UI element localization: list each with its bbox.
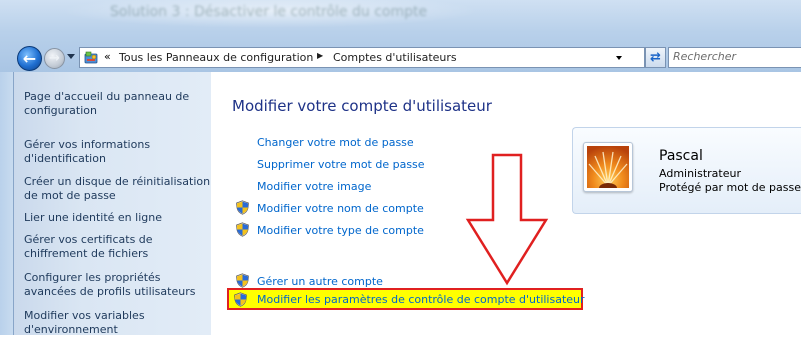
- link-remove-password[interactable]: Supprimer votre mot de passe: [257, 158, 425, 171]
- uac-shield-icon: [236, 222, 249, 237]
- down-arrow-annotation-icon: [465, 153, 549, 286]
- task-manage-credentials[interactable]: Gérer vos informations d'identification: [24, 138, 212, 166]
- task-create-password-reset-disk[interactable]: Créer un disque de réinitialisation de m…: [24, 175, 212, 203]
- back-button[interactable]: ←: [17, 46, 42, 71]
- user-avatar[interactable]: [583, 142, 633, 192]
- user-account-card: Pascal Administrateur Protégé par mot de…: [572, 127, 801, 214]
- uac-shield-icon: [236, 200, 249, 215]
- recent-pages-dropdown-icon[interactable]: [67, 54, 75, 59]
- user-name: Pascal: [659, 148, 703, 164]
- uac-shield-icon: [234, 292, 247, 307]
- address-dropdown-icon[interactable]: [616, 56, 622, 60]
- link-manage-another-account[interactable]: Gérer un autre compte: [257, 275, 383, 288]
- breadcrumb-user-accounts[interactable]: Comptes d'utilisateurs: [333, 51, 457, 64]
- uac-shield-icon: [236, 273, 249, 288]
- main-content: Modifier votre compte d'utilisateur Chan…: [211, 72, 801, 335]
- task-pane: Page d'accueil du panneau de configurati…: [14, 72, 212, 337]
- user-password-status: Protégé par mot de passe: [659, 181, 801, 194]
- address-bar[interactable]: « Tous les Panneaux de configuration ▶ C…: [79, 47, 645, 68]
- search-input[interactable]: [673, 50, 795, 63]
- search-box[interactable]: [668, 47, 801, 68]
- task-environment-variables[interactable]: Modifier vos variables d'environnement: [24, 309, 212, 337]
- forward-arrow-icon: →: [49, 51, 60, 66]
- refresh-button[interactable]: ⇄: [645, 47, 666, 68]
- task-control-panel-home[interactable]: Page d'accueil du panneau de configurati…: [24, 90, 212, 118]
- breadcrumb-separator-icon[interactable]: ▶: [317, 51, 323, 60]
- forward-button[interactable]: →: [44, 48, 65, 69]
- window-left-frame: [0, 72, 14, 335]
- flower-avatar-icon: [587, 146, 629, 188]
- link-change-picture[interactable]: Modifier votre image: [257, 180, 371, 193]
- control-panel-icon: [84, 51, 98, 64]
- breadcrumb-overflow-chevron[interactable]: «: [104, 50, 111, 63]
- task-manage-encryption-certificates[interactable]: Gérer vos certificats de chiffrement de …: [24, 233, 212, 261]
- page-title: Modifier votre compte d'utilisateur: [232, 97, 492, 115]
- back-arrow-icon: ←: [22, 49, 37, 68]
- link-change-account-name[interactable]: Modifier votre nom de compte: [257, 202, 424, 215]
- breadcrumb-all-control-panel[interactable]: Tous les Panneaux de configuration: [119, 51, 313, 64]
- window-title: Solution 3 : Désactiver le contrôle du c…: [110, 4, 428, 20]
- task-link-online-id[interactable]: Lier une identité en ligne: [24, 211, 212, 225]
- link-change-password[interactable]: Changer votre mot de passe: [257, 136, 414, 149]
- window-title-bar: Solution 3 : Désactiver le contrôle du c…: [0, 0, 801, 72]
- refresh-icon: ⇄: [650, 50, 661, 65]
- task-advanced-profile-properties[interactable]: Configurer les propriétés avancées de pr…: [24, 271, 212, 299]
- link-change-account-type[interactable]: Modifier votre type de compte: [257, 224, 424, 237]
- user-role: Administrateur: [659, 167, 741, 180]
- link-change-uac-settings[interactable]: Modifier les paramètres de contrôle de c…: [257, 293, 585, 306]
